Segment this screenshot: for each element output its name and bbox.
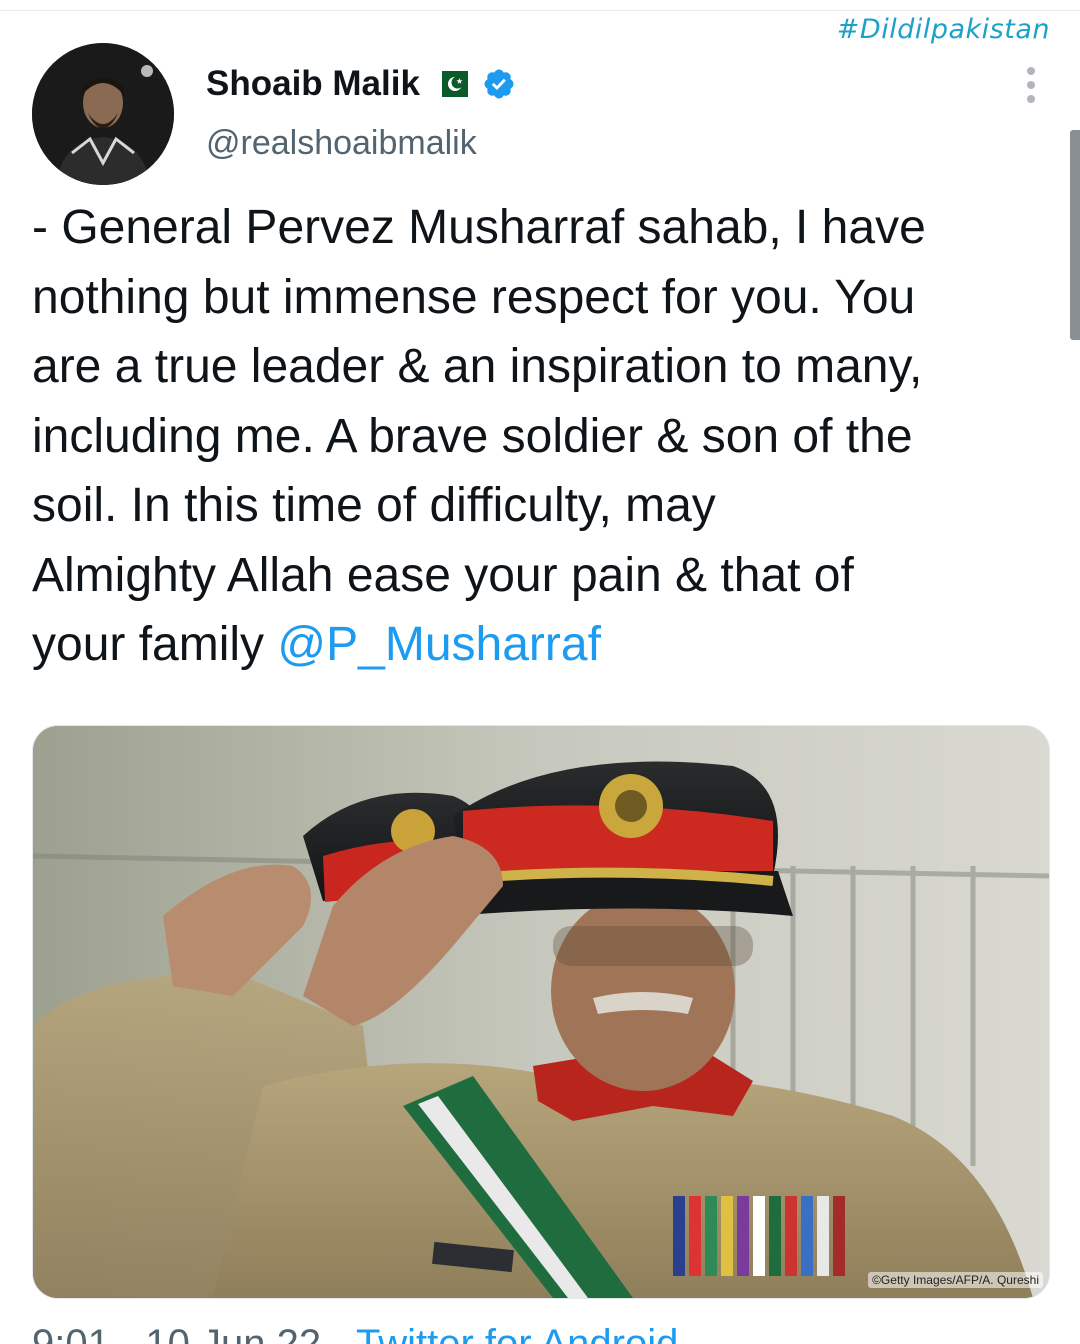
tweet-line: soil. In this time of difficulty, may (32, 479, 716, 532)
mention-link[interactable]: @P_Musharraf (277, 618, 601, 671)
avatar-image (32, 43, 174, 185)
tweet-line: are a true leader & an inspiration to ma… (32, 340, 923, 393)
tweet-line: Almighty Allah ease your pain & that of (32, 548, 854, 602)
tweet-line-prefix: your family (32, 618, 278, 671)
saluting-officers-photo (33, 726, 1049, 1298)
tweet-line: nothing but immense respect for you. You (32, 270, 916, 324)
tweet-screen: #Dildilpakistan Shoaib Malik @realshoaib… (0, 0, 1080, 1344)
tweet-time[interactable]: 9:01 (32, 1322, 110, 1344)
avatar[interactable] (32, 43, 174, 185)
verified-badge-icon (482, 67, 516, 101)
tweet-media-photo[interactable]: ©Getty Images/AFP/A. Qureshi (32, 725, 1050, 1299)
more-options-icon[interactable] (1024, 66, 1038, 104)
tweet-date[interactable]: 10 Jun 22 (145, 1322, 321, 1344)
tweet-meta: 9:01 · 10 Jun 22 · Twitter for Android (32, 1322, 678, 1344)
tweet-text: - General Pervez Musharraf sahab, I have… (32, 193, 1042, 680)
author-row: Shoaib Malik (206, 64, 516, 104)
display-name[interactable]: Shoaib Malik (206, 64, 420, 104)
tweet-line: including me. A brave soldier & son of t… (32, 409, 913, 463)
pakistan-flag-icon (433, 71, 468, 97)
author-handle[interactable]: @realshoaibmalik (206, 124, 477, 163)
photo-credit: ©Getty Images/AFP/A. Qureshi (868, 1272, 1043, 1288)
scrollbar-thumb[interactable] (1070, 130, 1080, 340)
tweet-line: - General Pervez Musharraf sahab, I have (32, 201, 926, 254)
tweet-source[interactable]: Twitter for Android (356, 1322, 678, 1344)
top-divider (0, 0, 1080, 11)
hashtag-overlay: #Dildilpakistan (836, 14, 1050, 45)
